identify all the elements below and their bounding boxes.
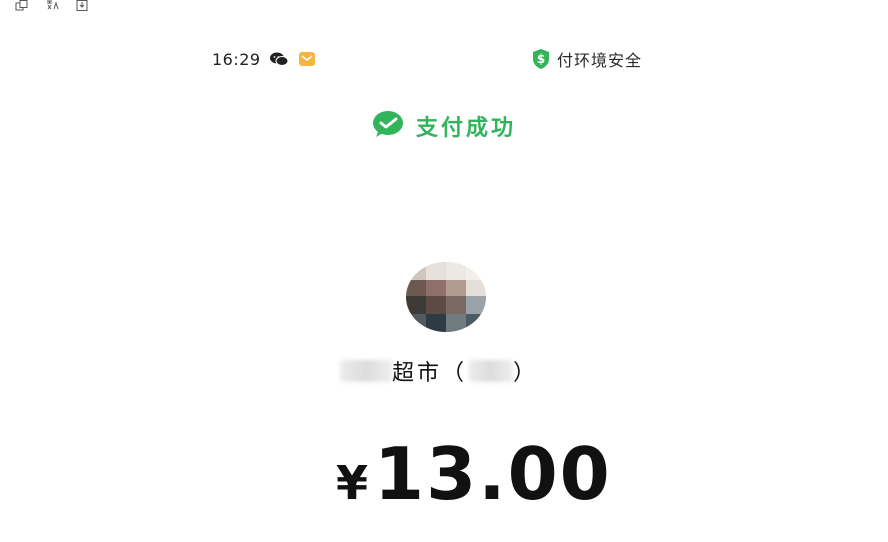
currency-symbol: ¥ <box>336 456 369 510</box>
redacted-text <box>469 360 514 382</box>
payment-success-header: 支付成功 <box>372 110 516 142</box>
status-right: $ 付环境安全 <box>531 47 642 71</box>
redacted-text <box>340 360 392 382</box>
mail-icon <box>297 50 317 68</box>
merchant-avatar <box>406 262 486 332</box>
wechat-pay-icon <box>372 110 404 142</box>
merchant-name: 超市（ <box>392 361 468 386</box>
payment-success-title: 支付成功 <box>416 116 517 141</box>
status-time: 16:29 <box>212 49 261 69</box>
merchant-name-close: ） <box>513 361 539 386</box>
copy-icon[interactable] <box>14 0 30 12</box>
svg-text:$: $ <box>537 52 545 66</box>
status-left: 16:29 <box>212 50 317 69</box>
merchant-name-row: 超市（ ） <box>340 356 538 386</box>
amount-value: 13.00 <box>374 432 612 516</box>
shield-icon: $ <box>531 49 551 69</box>
secure-environment-text: 付环境安全 <box>556 51 642 70</box>
translate-icon[interactable] <box>44 0 60 12</box>
payment-amount: ¥ 13.00 <box>336 432 612 516</box>
wechat-icon <box>269 50 289 68</box>
mini-toolbar <box>0 0 134 12</box>
download-icon[interactable] <box>74 0 90 12</box>
status-bar: 16:29 $ 付环境安全 <box>212 47 642 71</box>
